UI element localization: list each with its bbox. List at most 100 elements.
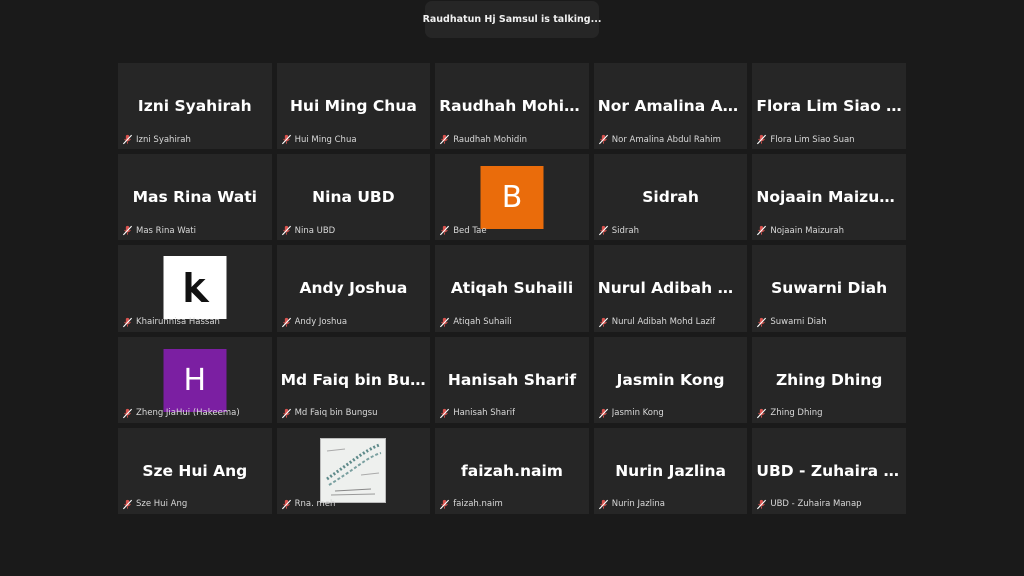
participant-tile[interactable]: Nina UBD Nina UBD bbox=[276, 154, 431, 241]
participant-display-name: Hanisah Sharif bbox=[447, 370, 577, 389]
participant-footer: Suwarni Diah bbox=[756, 316, 902, 329]
participant-tile[interactable]: faizah.naim faizah.naim bbox=[435, 427, 589, 514]
mic-muted-icon bbox=[598, 317, 608, 327]
participant-display-name: UBD - Zuhaira Manap bbox=[756, 461, 902, 480]
participant-display-name: Sze Hui Ang bbox=[142, 461, 248, 480]
participant-tile[interactable]: Zhing Dhing Zhing Dhing bbox=[752, 336, 906, 423]
participant-tile[interactable]: Hanisah Sharif Hanisah Sharif bbox=[435, 336, 589, 423]
participant-display-name: Suwarni Diah bbox=[771, 279, 888, 298]
participant-display-name: Jasmin Kong bbox=[616, 370, 725, 389]
participant-footer: Andy Joshua bbox=[281, 316, 427, 329]
participant-tile[interactable]: Izni Syahirah Izni Syahirah bbox=[118, 63, 272, 150]
participant-tile[interactable]: Nojaain Maizurah Nojaain Maizurah bbox=[752, 154, 906, 241]
participant-footer: Khairunnisa Hassan bbox=[122, 316, 268, 329]
participant-tile[interactable]: UBD - Zuhaira Manap UBD - Zuhaira Manap bbox=[752, 427, 906, 514]
participant-footer: Nojaain Maizurah bbox=[756, 224, 902, 237]
participant-name-label: Rna. meh bbox=[294, 499, 336, 510]
mic-muted-icon bbox=[757, 134, 767, 145]
participant-footer: Flora Lim Siao Suan bbox=[756, 133, 902, 146]
active-speaker-banner: Raudhatun Hj Samsul is talking... bbox=[422, 1, 602, 38]
mic-muted-icon bbox=[122, 408, 133, 419]
participant-tile[interactable]: Jasmin Kong Jasmin Kong bbox=[593, 336, 748, 423]
participant-name-label: Nojaain Maizurah bbox=[770, 225, 845, 236]
participant-name-label: Nor Amalina Abdul Rahim bbox=[611, 134, 721, 145]
participant-display-name: Nina UBD bbox=[312, 188, 395, 207]
mic-muted-icon bbox=[281, 499, 291, 510]
mic-muted-icon bbox=[440, 408, 450, 419]
k-logo-icon bbox=[163, 256, 227, 320]
participant-footer: Rna. meh bbox=[281, 498, 427, 511]
participant-name-label: Zhing Dhing bbox=[770, 408, 823, 419]
participant-display-name: faizah.naim bbox=[461, 461, 563, 480]
participant-tile[interactable]: Raudhah Mohidin Raudhah Mohidin bbox=[435, 63, 589, 150]
participant-footer: Sidrah bbox=[598, 224, 744, 237]
participant-footer: Md Faiq bin Bungsu bbox=[281, 407, 427, 420]
participant-name-label: Suwarni Diah bbox=[770, 317, 827, 328]
mic-muted-icon bbox=[122, 317, 133, 327]
participant-display-name: Zhing Dhing bbox=[775, 370, 883, 389]
mic-muted-icon bbox=[440, 499, 450, 510]
participant-tile[interactable]: Atiqah Suhaili Atiqah Suhaili bbox=[435, 245, 589, 332]
participant-footer: Nurin Jazlina bbox=[598, 498, 744, 511]
mic-muted-icon bbox=[757, 408, 767, 419]
participant-name-label: Sze Hui Ang bbox=[136, 499, 188, 510]
participant-name-label: Hui Ming Chua bbox=[294, 134, 357, 145]
participant-name-label: faizah.naim bbox=[453, 499, 503, 510]
participant-footer: Nina UBD bbox=[281, 224, 427, 237]
participant-name-label: Nurul Adibah Mohd Lazif bbox=[611, 317, 716, 328]
participant-footer: UBD - Zuhaira Manap bbox=[756, 498, 902, 511]
participant-footer: Raudhah Mohidin bbox=[439, 133, 585, 146]
mic-muted-icon bbox=[281, 134, 291, 145]
participant-tile[interactable]: H Zheng JiaHui (Hakeema) bbox=[118, 336, 272, 423]
participant-grid: Izni Syahirah Izni Syahirah Hui Ming Chu… bbox=[118, 63, 906, 514]
participant-tile[interactable]: B Bed Tae bbox=[435, 154, 589, 241]
participant-tile[interactable]: Md Faiq bin Bungsu Md Faiq bin Bungsu bbox=[276, 336, 431, 423]
participant-display-name: Mas Rina Wati bbox=[132, 188, 257, 207]
mic-muted-icon bbox=[598, 408, 608, 419]
participant-tile[interactable]: Andy Joshua Andy Joshua bbox=[276, 245, 431, 332]
participant-tile[interactable]: Nor Amalina Abdul Rahim Nor Amalina Abdu… bbox=[593, 63, 748, 150]
participant-tile[interactable]: Mas Rina Wati Mas Rina Wati bbox=[118, 154, 272, 241]
participant-name-label: Zheng JiaHui (Hakeema) bbox=[136, 408, 240, 419]
mic-muted-icon bbox=[281, 226, 291, 236]
participant-display-name: Sidrah bbox=[642, 188, 699, 207]
participant-footer: Zheng JiaHui (Hakeema) bbox=[122, 407, 268, 420]
mic-muted-icon bbox=[440, 134, 450, 145]
participant-name-label: Nurin Jazlina bbox=[611, 499, 665, 510]
participant-tile[interactable]: Khairunnisa Hassan bbox=[118, 245, 272, 332]
participant-tile[interactable]: Nurin Jazlina Nurin Jazlina bbox=[593, 427, 748, 514]
participant-tile[interactable]: Hui Ming Chua Hui Ming Chua bbox=[276, 63, 431, 150]
participant-display-name: Izni Syahirah bbox=[137, 97, 252, 115]
participant-tile[interactable]: Nurul Adibah Mohd Lazif Nurul Adibah Moh… bbox=[593, 245, 748, 332]
participant-tile[interactable]: Sidrah Sidrah bbox=[593, 154, 748, 241]
participant-display-name: Nurin Jazlina bbox=[615, 461, 726, 480]
participant-footer: Sze Hui Ang bbox=[122, 498, 268, 511]
active-speaker-text: Raudhatun Hj Samsul is talking... bbox=[422, 14, 602, 25]
participant-name-label: Md Faiq bin Bungsu bbox=[294, 408, 378, 419]
participant-tile[interactable]: Rna. meh bbox=[276, 427, 431, 514]
mic-muted-icon bbox=[281, 317, 291, 327]
avatar-photo bbox=[320, 437, 387, 503]
participant-tile[interactable]: Sze Hui Ang Sze Hui Ang bbox=[118, 427, 272, 514]
participant-footer: Zhing Dhing bbox=[756, 407, 902, 420]
participant-footer: Nurul Adibah Mohd Lazif bbox=[598, 316, 744, 329]
handwritten-notes-image bbox=[321, 438, 386, 502]
participant-tile[interactable]: Suwarni Diah Suwarni Diah bbox=[752, 245, 906, 332]
participant-name-label: Nina UBD bbox=[294, 225, 336, 236]
mic-muted-icon bbox=[122, 226, 133, 236]
mic-muted-icon bbox=[757, 226, 767, 236]
mic-muted-icon bbox=[122, 134, 133, 145]
mic-muted-icon bbox=[598, 226, 608, 236]
participant-footer: Bed Tae bbox=[439, 224, 585, 237]
participant-footer: Hanisah Sharif bbox=[439, 407, 585, 420]
participant-name-label: Hanisah Sharif bbox=[453, 408, 516, 419]
mic-muted-icon bbox=[598, 134, 608, 145]
participant-footer: Izni Syahirah bbox=[122, 133, 268, 146]
participant-display-name: Nojaain Maizurah bbox=[756, 188, 902, 207]
participant-footer: Mas Rina Wati bbox=[122, 224, 268, 237]
participant-display-name: Flora Lim Siao Suan bbox=[756, 97, 902, 115]
participant-display-name: Andy Joshua bbox=[299, 279, 408, 298]
participant-tile[interactable]: Flora Lim Siao Suan Flora Lim Siao Suan bbox=[752, 63, 906, 150]
participant-display-name: Md Faiq bin Bungsu bbox=[280, 370, 427, 389]
avatar: B bbox=[480, 166, 544, 230]
